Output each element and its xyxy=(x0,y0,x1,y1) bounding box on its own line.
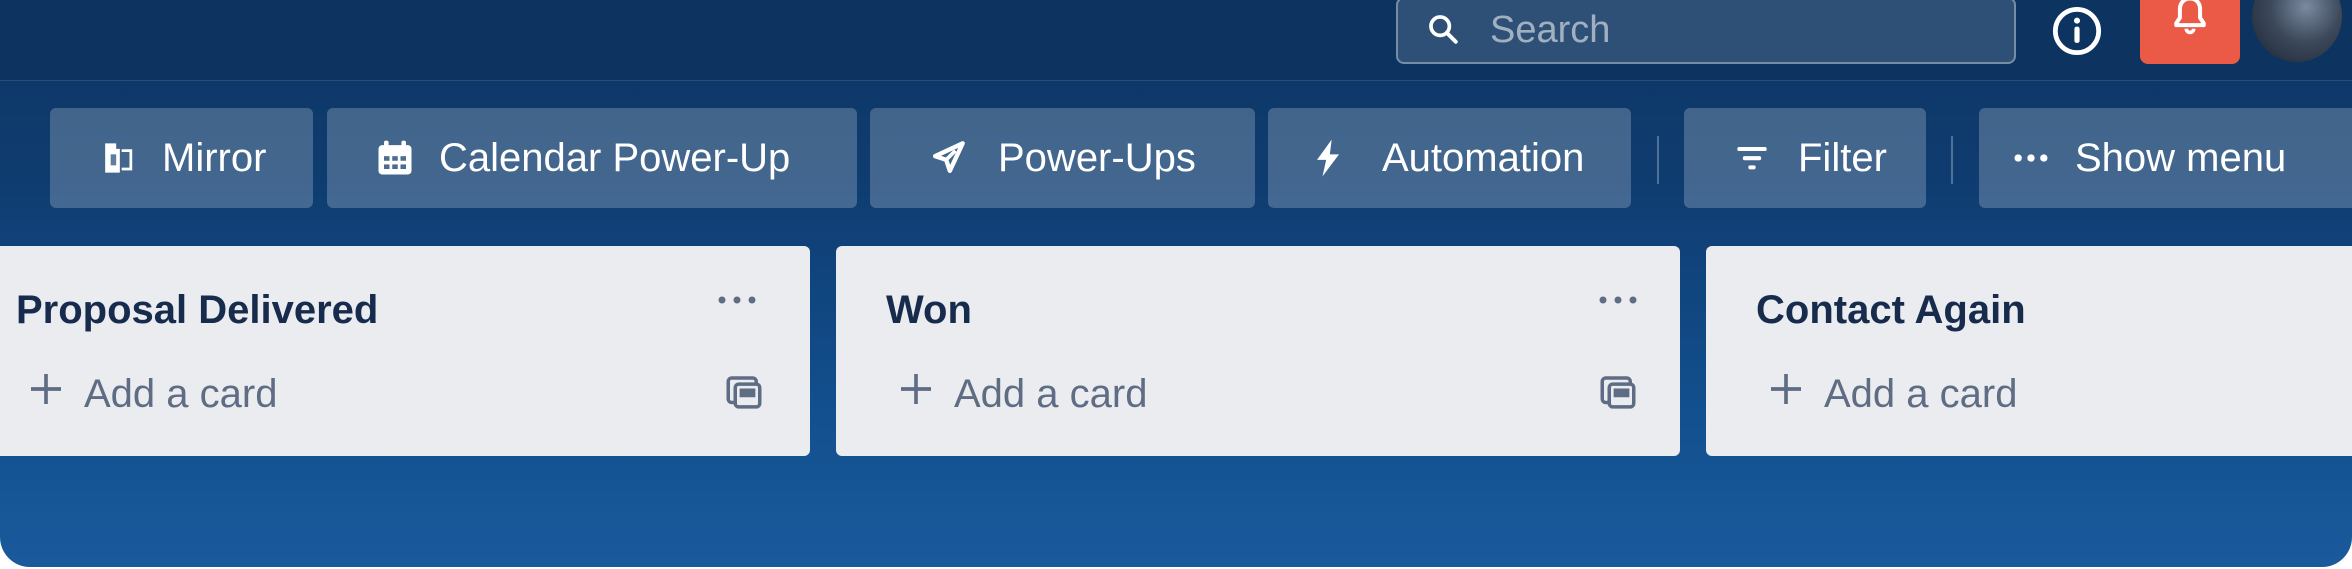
plus-icon xyxy=(1766,369,1806,419)
filter-label: Filter xyxy=(1798,135,1887,180)
filter-icon xyxy=(1722,128,1782,188)
add-card-button[interactable]: Add a card xyxy=(896,364,1147,424)
board-toolbar: Mirror Calendar Power-Up Power-Ups Autom… xyxy=(0,108,2352,208)
calendar-powerup-button[interactable]: Calendar Power-Up xyxy=(327,108,857,208)
calendar-icon xyxy=(365,128,425,188)
toolbar-divider xyxy=(1951,136,1953,184)
plus-icon xyxy=(896,369,936,419)
notifications-button[interactable] xyxy=(2140,0,2240,64)
more-icon xyxy=(716,291,758,310)
lightning-icon xyxy=(1298,128,1358,188)
mirror-button[interactable]: Mirror xyxy=(50,108,313,208)
toolbar-divider xyxy=(1657,136,1659,184)
search-placeholder: Search xyxy=(1490,9,1611,51)
list-menu-button[interactable] xyxy=(1588,280,1648,320)
more-icon xyxy=(2001,128,2061,188)
powerups-label: Power-Ups xyxy=(998,135,1196,180)
add-card-button[interactable]: Add a card xyxy=(1766,364,2017,424)
list-won: Won Add a card xyxy=(836,246,1680,456)
list-menu-button[interactable] xyxy=(707,280,767,320)
avatar[interactable] xyxy=(2252,0,2342,62)
list-proposal-delivered: Proposal Delivered Add a card xyxy=(0,246,810,456)
add-card-label: Add a card xyxy=(954,371,1148,416)
add-card-label: Add a card xyxy=(84,371,278,416)
mirror-label: Mirror xyxy=(162,135,267,180)
rocket-icon xyxy=(918,128,978,188)
show-menu-label: Show menu xyxy=(2075,135,2287,180)
info-icon xyxy=(2051,5,2103,61)
mirror-icon xyxy=(88,128,148,188)
search-box[interactable]: Search xyxy=(1396,0,2016,64)
create-from-template-button[interactable] xyxy=(718,368,770,420)
automation-label: Automation xyxy=(1382,135,1585,180)
list-contact-again: Contact Again Add a card xyxy=(1706,246,2352,456)
more-icon xyxy=(1597,291,1639,310)
automation-button[interactable]: Automation xyxy=(1268,108,1631,208)
list-title[interactable]: Won xyxy=(886,288,972,333)
add-card-label: Add a card xyxy=(1824,371,2018,416)
filter-button[interactable]: Filter xyxy=(1684,108,1926,208)
create-from-template-button[interactable] xyxy=(1592,368,1644,420)
show-menu-button[interactable]: Show menu xyxy=(1979,108,2352,208)
plus-icon xyxy=(26,369,66,419)
template-icon xyxy=(723,371,765,417)
calendar-powerup-label: Calendar Power-Up xyxy=(439,135,791,180)
info-button[interactable] xyxy=(2048,4,2106,62)
board-window: Search Mirror Calendar Power-Up Power-Up… xyxy=(0,0,2352,567)
top-header: Search xyxy=(0,0,2352,81)
search-icon xyxy=(1426,12,1460,50)
list-title[interactable]: Proposal Delivered xyxy=(16,288,378,333)
bell-icon xyxy=(2168,0,2212,41)
template-icon xyxy=(1597,371,1639,417)
add-card-button[interactable]: Add a card xyxy=(26,364,277,424)
powerups-button[interactable]: Power-Ups xyxy=(870,108,1255,208)
list-title[interactable]: Contact Again xyxy=(1756,288,2026,333)
